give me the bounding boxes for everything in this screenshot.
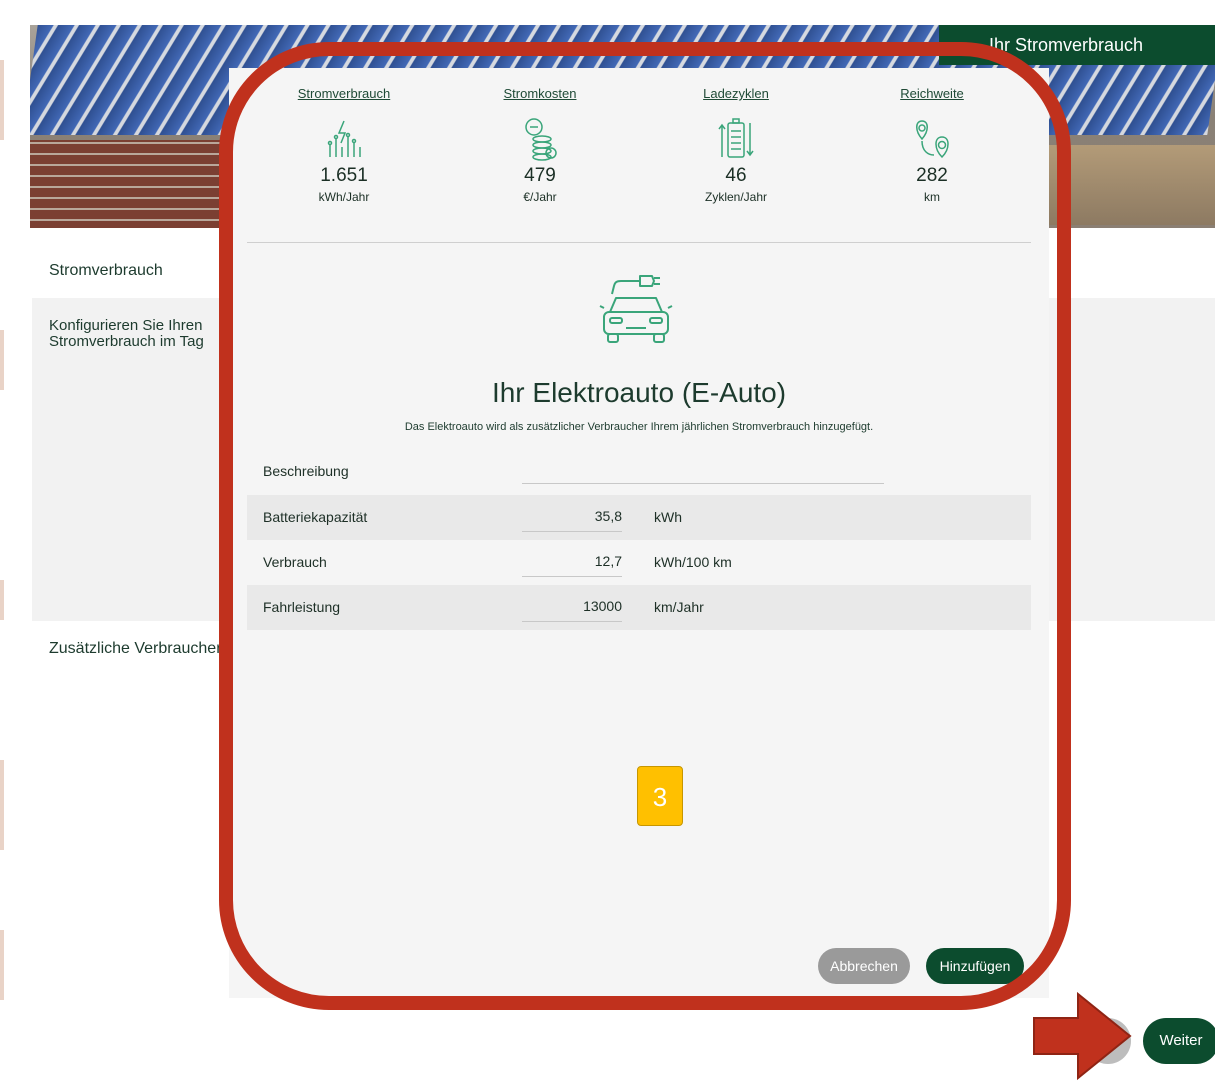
config-text-line1: Konfigurieren Sie Ihren <box>49 318 203 334</box>
extra-consumers-title: Zusätzliche Verbraucher <box>49 640 219 657</box>
section-title: Stromverbrauch <box>49 262 163 279</box>
config-text-line2: Stromverbrauch im Tag <box>49 333 204 350</box>
config-text: Konfigurieren Sie Ihren Stromverbrauch i… <box>49 318 224 350</box>
next-button[interactable]: Weiter <box>1143 1018 1215 1064</box>
left-edge-strip <box>0 0 30 1081</box>
step-badge: 3 <box>637 766 683 826</box>
pointer-arrow-icon <box>1033 992 1132 1081</box>
highlight-frame <box>219 42 1071 1010</box>
